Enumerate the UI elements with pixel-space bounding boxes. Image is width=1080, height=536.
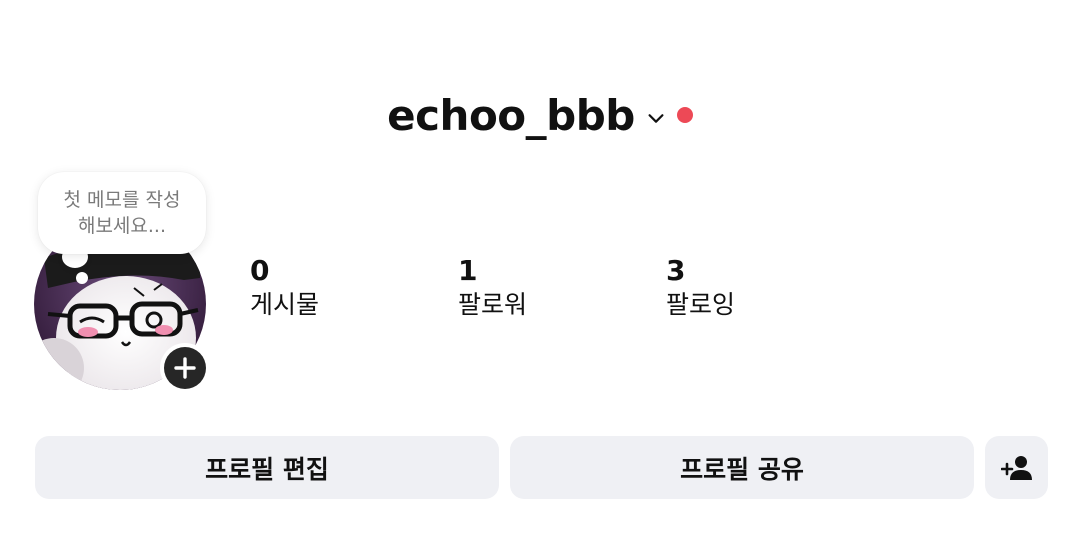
person-add-icon: [1000, 455, 1032, 480]
stat-following-count: 3: [666, 254, 686, 287]
stat-following[interactable]: 3 팔로잉: [666, 254, 735, 322]
username[interactable]: echoo_bbb: [387, 88, 635, 144]
note-bubble[interactable]: 첫 메모를 작성 해보세요...: [38, 172, 206, 254]
stat-followers-count: 1: [458, 254, 478, 287]
share-profile-label: 프로필 공유: [680, 454, 804, 484]
chevron-down-icon[interactable]: [645, 107, 667, 129]
stat-followers-label: 팔로워: [458, 290, 528, 319]
edit-profile-label: 프로필 편집: [205, 454, 329, 484]
note-bubble-tail-small: [76, 272, 88, 284]
stat-posts-label: 게시물: [250, 290, 320, 319]
note-placeholder: 첫 메모를 작성 해보세요...: [63, 189, 181, 237]
stat-followers[interactable]: 1 팔로워: [458, 254, 527, 322]
edit-profile-button[interactable]: 프로필 편집: [35, 436, 499, 499]
plus-icon: [174, 357, 196, 379]
share-profile-button[interactable]: 프로필 공유: [510, 436, 974, 499]
stat-following-label: 팔로잉: [666, 290, 736, 319]
notification-dot: [676, 107, 693, 123]
add-story-button[interactable]: [160, 343, 210, 393]
stat-posts[interactable]: 0 게시물: [250, 254, 319, 322]
discover-people-button[interactable]: [985, 436, 1048, 499]
profile-header: echoo_bbb: [0, 88, 1080, 144]
stat-posts-count: 0: [250, 254, 270, 287]
